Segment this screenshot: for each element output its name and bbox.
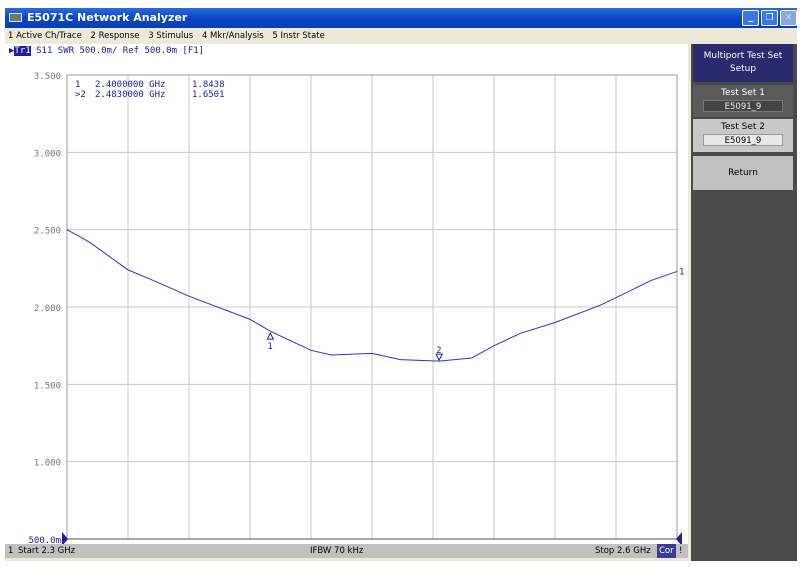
status-flag: ! [679, 546, 683, 556]
test-set-2-value: E5091_9 [703, 134, 783, 146]
title-bar: E5071C Network Analyzer _ ❐ ✕ [5, 8, 797, 28]
y-tick-label: 2.000 [34, 304, 61, 314]
menu-response[interactable]: 2 Response [91, 31, 140, 41]
app-icon [9, 13, 22, 22]
test-set-1-button[interactable]: Test Set 1 E5091_9 [693, 85, 793, 117]
marker-readout-freq: 2.4000000 GHz [95, 80, 165, 90]
ifbw[interactable]: IFBW 70 kHz [310, 544, 363, 558]
test-set-1-value: E5091_9 [703, 100, 783, 112]
test-set-2-button[interactable]: Test Set 2 E5091_9 [693, 119, 793, 152]
softkey-panel: Multiport Test Set Setup Test Set 1 E509… [691, 44, 797, 561]
chart-area: ▶Tr1 S11 SWR 500.0m/ Ref 500.0m [F1] 3.5… [5, 44, 688, 544]
status-bar: 1 Start 2.3 GHz IFBW 70 kHz Stop 2.6 GHz… [5, 544, 688, 558]
marker-readout-label: 1 [75, 80, 80, 90]
menu-active-ch-trace[interactable]: 1 Active Ch/Trace [8, 31, 82, 41]
minimize-button[interactable]: _ [742, 10, 759, 26]
trace-end-label: 1 [679, 267, 684, 277]
marker-readout-freq: 2.4830000 GHz [95, 90, 165, 100]
y-tick-label: 500.0m [28, 536, 61, 544]
return-button[interactable]: Return [693, 156, 793, 190]
y-tick-label: 3.500 [34, 72, 61, 82]
y-tick-label: 1.500 [34, 381, 61, 391]
marker-readout-value: 1.8438 [192, 80, 225, 90]
menu-mkr-analysis[interactable]: 4 Mkr/Analysis [202, 31, 264, 41]
start-freq[interactable]: Start 2.3 GHz [18, 544, 75, 558]
marker-readout-label: >2 [75, 90, 86, 100]
swr-plot: 3.5003.0002.5002.0001.5001.000500.0m11 21… [28, 72, 684, 544]
close-button[interactable]: ✕ [780, 10, 797, 26]
menu-stimulus[interactable]: 3 Stimulus [148, 31, 193, 41]
y-tick-label: 3.000 [34, 149, 61, 159]
channel-number: 1 [8, 546, 14, 556]
menu-bar: 1 Active Ch/Trace 2 Response 3 Stimulus … [5, 28, 797, 44]
test-set-1-label: Test Set 1 [721, 88, 765, 98]
correction-badge: Cor [657, 544, 676, 558]
marker-label: 1 [267, 342, 272, 352]
y-tick-label: 2.500 [34, 227, 61, 237]
marker-up-icon [266, 332, 275, 340]
marker-readout-value: 1.6501 [192, 90, 225, 100]
test-set-2-label: Test Set 2 [721, 122, 765, 132]
analyzer-window: E5071C Network Analyzer _ ❐ ✕ 1 Active C… [5, 8, 797, 561]
y-tick-label: 1.000 [34, 459, 61, 469]
restore-button[interactable]: ❐ [761, 10, 778, 26]
softkey-title: Multiport Test Set Setup [693, 44, 793, 82]
stop-freq[interactable]: Stop 2.6 GHz [595, 544, 651, 558]
menu-instr-state[interactable]: 5 Instr State [272, 31, 324, 41]
window-title: E5071C Network Analyzer [27, 11, 188, 24]
